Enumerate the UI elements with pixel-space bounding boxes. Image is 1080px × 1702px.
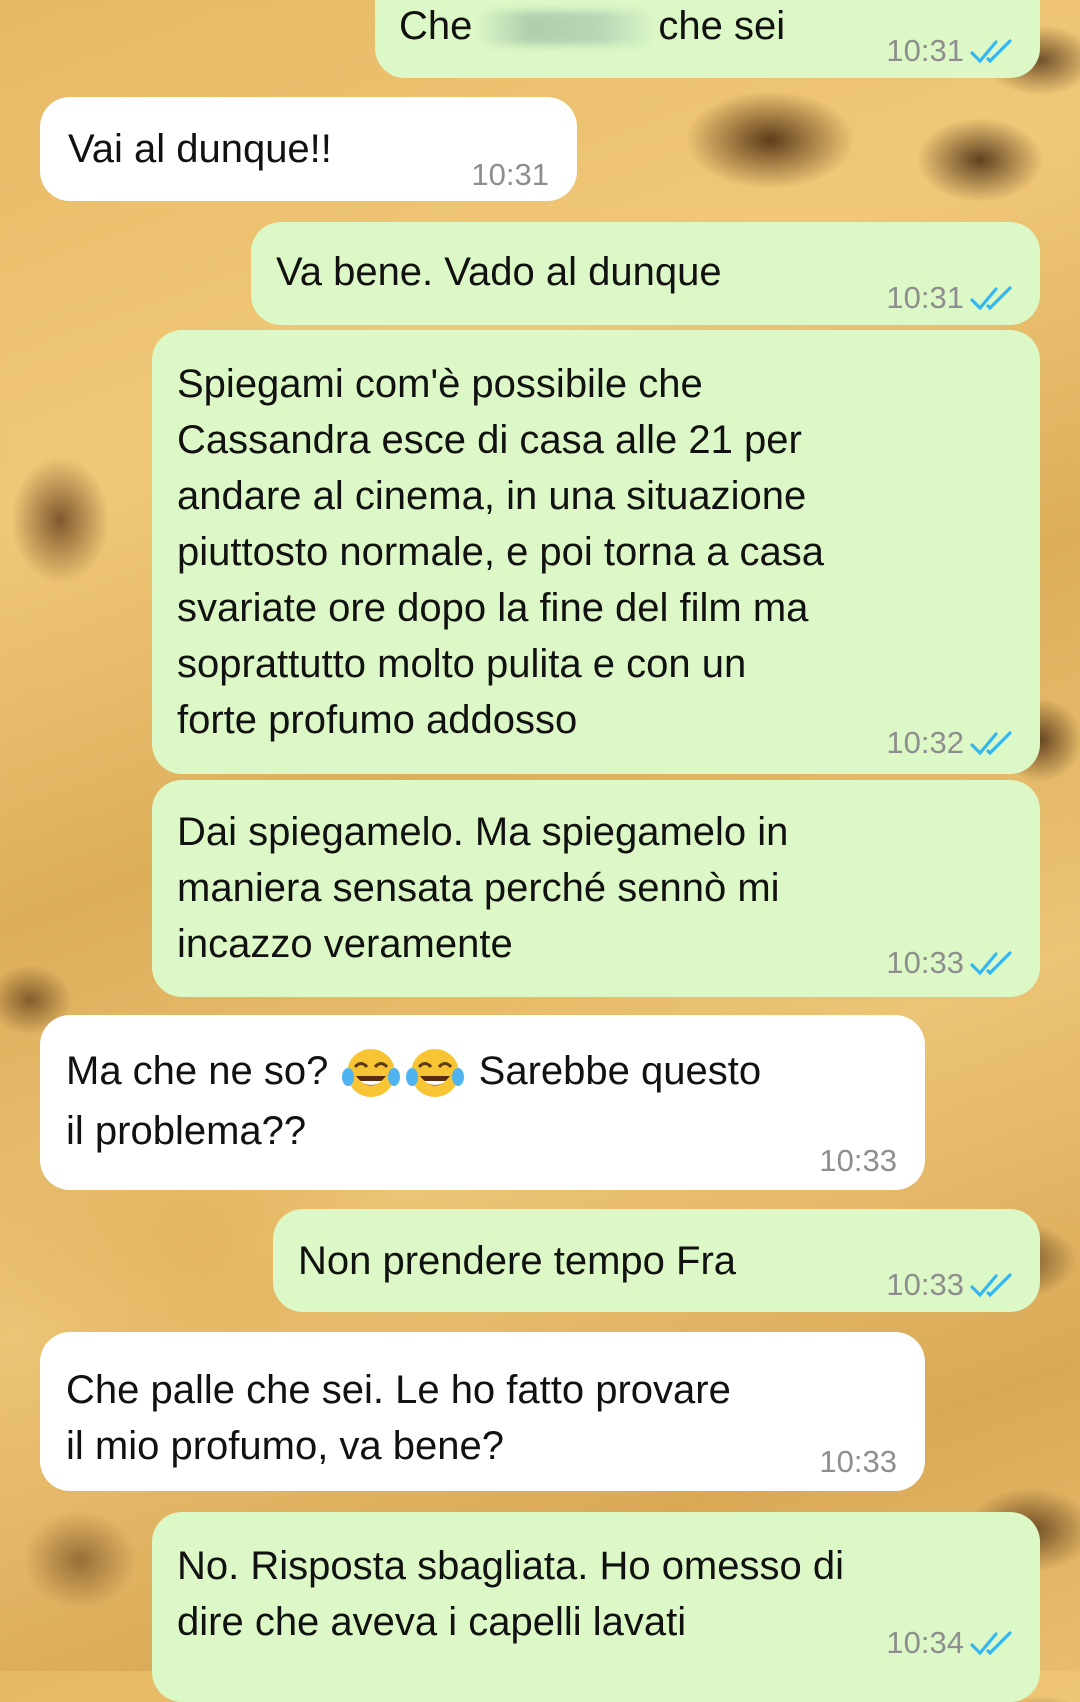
message-time: 10:31: [886, 33, 964, 68]
message-text: Ma che ne so?: [66, 1049, 329, 1093]
message-bubble-outgoing[interactable]: Va bene. Vado al dunque 10:31: [251, 222, 1040, 325]
message-bubble-incoming[interactable]: Ma che ne so? Sarebbe questo il problema…: [40, 1015, 925, 1190]
message-text: che sei: [658, 4, 786, 48]
message-bubble-outgoing[interactable]: Non prendere tempo Fra 10:33: [273, 1209, 1040, 1312]
message-time: 10:33: [886, 945, 964, 980]
message-time: 10:31: [471, 157, 549, 192]
message-meta: 10:31: [886, 23, 1014, 79]
message-line: Cassandra esce di casa alle 21 per: [177, 418, 802, 462]
message-line: No. Risposta sbagliata. Ho omesso di: [177, 1544, 844, 1588]
message-text: Che: [399, 4, 473, 48]
message-meta: 10:31: [471, 147, 549, 203]
message-meta: 10:32: [886, 715, 1014, 771]
message-bubble-outgoing[interactable]: Spiegami com'è possibile che Cassandra e…: [152, 330, 1040, 774]
message-bubble-outgoing[interactable]: Dai spiegamelo. Ma spiegamelo in maniera…: [152, 780, 1040, 997]
message-time: 10:32: [886, 725, 964, 760]
message-meta: 10:33: [819, 1434, 897, 1490]
message-time: 10:31: [886, 280, 964, 315]
double-check-icon: [970, 731, 1012, 756]
message-meta: 10:33: [819, 1133, 897, 1189]
message-bubble-incoming[interactable]: Vai al dunque!! 10:31: [40, 97, 577, 201]
message-text: Non prendere tempo Fra: [298, 1239, 737, 1283]
message-text: Sarebbe questo: [478, 1049, 762, 1093]
message-line: Dai spiegamelo. Ma spiegamelo in: [177, 810, 789, 854]
message-line: svariate ore dopo la fine del film ma: [177, 586, 809, 630]
double-check-icon: [970, 286, 1012, 311]
message-meta: 10:33: [886, 1257, 1014, 1313]
face-with-tears-of-joy-icon: [341, 1049, 400, 1098]
message-time: 10:33: [819, 1444, 897, 1479]
message-line: il mio profumo, va bene?: [66, 1424, 505, 1468]
message-line: il problema??: [66, 1109, 307, 1154]
double-check-icon: [970, 1631, 1012, 1656]
redacted-text: [480, 11, 651, 46]
message-line: maniera sensata perché sennò mi: [177, 866, 780, 910]
message-text: Vai al dunque!!: [68, 127, 332, 171]
message-line: andare al cinema, in una situazione: [177, 474, 807, 518]
message-meta: 10:31: [886, 270, 1014, 326]
message-time: 10:33: [819, 1143, 897, 1178]
message-line: piuttosto normale, e poi torna a casa: [177, 530, 825, 574]
message-bubble-outgoing[interactable]: Che che sei 10:31: [375, 0, 1040, 78]
message-meta: 10:33: [886, 935, 1014, 991]
message-bubble-incoming[interactable]: Che palle che sei. Le ho fatto provare i…: [40, 1332, 925, 1491]
message-bubble-outgoing[interactable]: No. Risposta sbagliata. Ho omesso di dir…: [152, 1512, 1040, 1702]
face-with-tears-of-joy-icon: [405, 1049, 464, 1098]
message-text: Va bene. Vado al dunque: [276, 250, 722, 294]
message-time: 10:34: [886, 1625, 964, 1660]
message-meta: 10:34: [886, 1615, 1014, 1671]
message-time: 10:33: [886, 1267, 964, 1302]
double-check-icon: [970, 951, 1012, 976]
message-line: Spiegami com'è possibile che: [177, 362, 703, 406]
double-check-icon: [970, 39, 1012, 64]
message-line: Che palle che sei. Le ho fatto provare: [66, 1368, 731, 1412]
double-check-icon: [970, 1273, 1012, 1298]
message-line: soprattutto molto pulita e con un: [177, 642, 747, 686]
